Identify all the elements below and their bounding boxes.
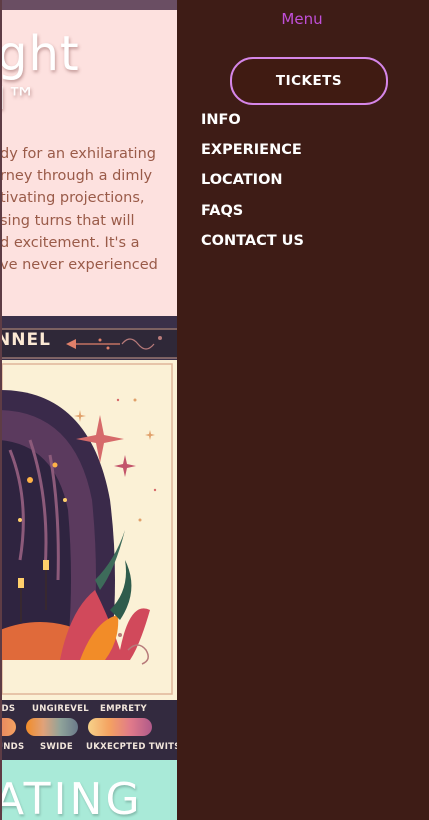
side-menu-drawer: Menu TICKETS INFO EXPERIENCE LOCATION FA… [177, 0, 429, 820]
tickets-button[interactable]: TICKETS [230, 57, 388, 105]
color-swatch [88, 718, 152, 736]
swatch-label: UNDS [0, 742, 25, 752]
swatch-label: UKXECPTED TWITS [86, 742, 177, 752]
nav-item-experience[interactable]: EXPERIENCE [201, 140, 304, 170]
poster-title: NNEL [0, 330, 51, 350]
poster-image: NNEL DS UNGIREVEL EMPRETY NDS SWIDE UKXE… [0, 316, 177, 760]
bottom-banner: ATING [0, 760, 177, 820]
hero-description-line: rney through a dimly [0, 168, 153, 185]
hero-description: dy for an exhilarating rney through a di… [0, 143, 177, 276]
hero-title-line1: ght [0, 26, 80, 82]
nav-menu: INFO EXPERIENCE LOCATION FAQS CONTACT US [201, 110, 304, 261]
hero-section: ght l™ dy for an exhilarating rney throu… [0, 10, 177, 316]
color-swatch [26, 718, 78, 736]
poster-illustration [0, 360, 177, 700]
hero-description-line: sing turns that will [0, 212, 135, 229]
hero-title-line2: l™ [0, 82, 38, 117]
swatch-label: EMPRETY [100, 704, 147, 714]
hero-description-line: tivating projections, [0, 190, 145, 207]
swatch-label: SWIDE [40, 742, 74, 752]
nav-item-contact-us[interactable]: CONTACT US [201, 231, 304, 261]
background-page: ght l™ dy for an exhilarating rney throu… [0, 0, 177, 820]
nav-item-location[interactable]: LOCATION [201, 170, 304, 200]
color-swatch [0, 718, 16, 736]
hero-title: ght l™ [0, 28, 80, 120]
menu-heading: Menu [281, 10, 323, 28]
bottom-banner-heading: ATING [0, 774, 143, 820]
swatch-label: IDS [0, 704, 16, 714]
page-top-strip [0, 0, 177, 10]
nav-item-info[interactable]: INFO [201, 110, 304, 140]
hero-description-line: d excitement. It's a [0, 234, 140, 251]
hero-description-line: dy for an exhilarating [0, 146, 156, 162]
poster-swatch-row: IDS UNGIREVEL EMPRETY UNDS SWIDE UKXECPT… [0, 700, 177, 760]
swatch-label: UNGIREVEL [32, 704, 90, 714]
nav-item-faqs[interactable]: FAQS [201, 201, 304, 231]
page-left-edge [0, 0, 2, 820]
app-viewport: ght l™ dy for an exhilarating rney throu… [0, 0, 429, 820]
hero-description-line: ve never experienced [0, 257, 158, 274]
